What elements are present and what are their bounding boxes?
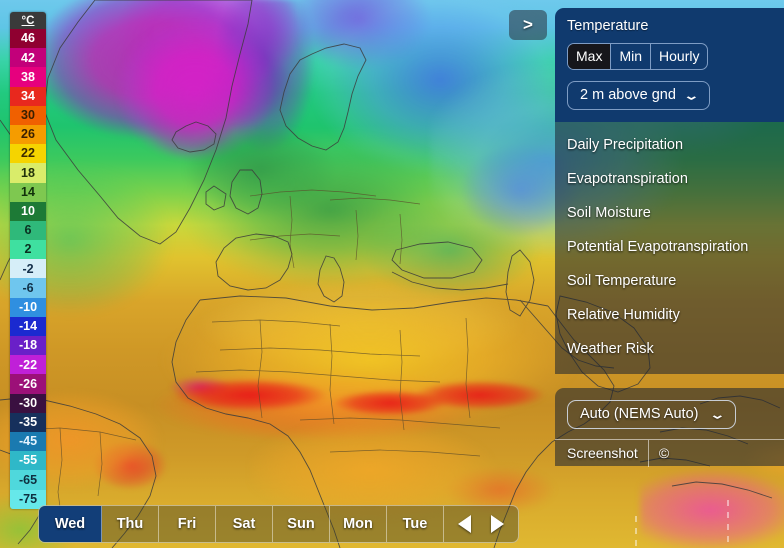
day-tab-sat[interactable]: Sat: [216, 506, 273, 542]
legend-stop: 10: [10, 201, 46, 221]
day-tab-sun[interactable]: Sun: [273, 506, 330, 542]
legend-stop: -14: [10, 316, 46, 336]
legend-stop: -55: [10, 451, 46, 471]
page-title: Temperature: [567, 18, 649, 34]
screenshot-button[interactable]: Screenshot: [567, 445, 648, 461]
legend-stop: 38: [10, 67, 46, 87]
legend-stop: -6: [10, 278, 46, 298]
legend-stop: -2: [10, 259, 46, 279]
legend-stop: 18: [10, 163, 46, 183]
legend-stop: 14: [10, 182, 46, 202]
chevron-down-icon: ⌄: [683, 88, 700, 102]
legend-stop: 26: [10, 124, 46, 145]
model-dropdown-value: Auto (NEMS Auto): [580, 406, 699, 422]
menu-item-weather-risk[interactable]: Weather Risk: [567, 332, 784, 366]
level-dropdown[interactable]: 2 m above gnd ⌄: [567, 81, 710, 110]
chevron-down-icon: ⌄: [709, 407, 727, 421]
control-panel: Temperature Max Min Hourly 2 m above gnd…: [555, 8, 784, 467]
day-selector-bar: Wed Thu Fri Sat Sun Mon Tue: [38, 505, 519, 543]
day-tab-mon[interactable]: Mon: [330, 506, 387, 542]
weather-map-app: °C 46 42 38 34 30 26 22 18 14 10 6 2 -2 -6 -10 -14 -18 -2…: [0, 0, 784, 548]
legend-stop: -26: [10, 374, 46, 394]
legend-stop: -35: [10, 412, 46, 432]
legend-stop: 30: [10, 105, 46, 125]
model-panel: Auto (NEMS Auto) ⌄ Screenshot ©: [555, 388, 784, 467]
copyright-button[interactable]: ©: [647, 439, 679, 467]
segment-hourly[interactable]: Hourly: [651, 44, 707, 69]
legend-stop: -30: [10, 393, 46, 413]
parameter-menu: Daily Precipitation Evapotranspiration S…: [555, 122, 784, 374]
legend-stop: -10: [10, 297, 46, 317]
legend-stop: 22: [10, 144, 46, 164]
legend-stop: 6: [10, 220, 46, 241]
panel-footer: Screenshot ©: [555, 439, 784, 467]
day-tab-fri[interactable]: Fri: [159, 506, 216, 542]
menu-item-potential-evapotranspiration[interactable]: Potential Evapotranspiration: [567, 230, 784, 264]
legend-stop-list: 46 42 38 34 30 26 22 18 14 10 6 2 -2 -6 -10 -14 -18 -22 -2…: [10, 29, 46, 509]
panel-header: Temperature Max Min Hourly 2 m above gnd…: [555, 8, 784, 122]
day-tab-thu[interactable]: Thu: [102, 506, 159, 542]
day-nav-arrows: [444, 506, 518, 542]
next-day-button[interactable]: [491, 515, 504, 533]
day-tab-list: Wed Thu Fri Sat Sun Mon Tue: [39, 506, 444, 542]
chevron-right-icon[interactable]: >: [509, 10, 547, 40]
legend-stop: 46: [10, 29, 46, 49]
menu-item-soil-moisture[interactable]: Soil Moisture: [567, 196, 784, 230]
legend-stop: 2: [10, 240, 46, 260]
model-dropdown[interactable]: Auto (NEMS Auto) ⌄: [567, 400, 737, 429]
level-dropdown-value: 2 m above gnd: [580, 87, 676, 103]
menu-item-soil-temperature[interactable]: Soil Temperature: [567, 264, 784, 298]
day-tab-wed[interactable]: Wed: [39, 506, 102, 542]
menu-item-relative-humidity[interactable]: Relative Humidity: [567, 298, 784, 332]
segment-min[interactable]: Min: [611, 44, 652, 69]
day-tab-tue[interactable]: Tue: [387, 506, 444, 542]
legend-stop: -65: [10, 470, 46, 490]
prev-day-button[interactable]: [458, 515, 471, 533]
segment-max[interactable]: Max: [568, 44, 612, 69]
aggregation-segmented-control: Max Min Hourly: [567, 43, 709, 70]
legend-stop: -45: [10, 431, 46, 452]
menu-item-daily-precipitation[interactable]: Daily Precipitation: [567, 128, 784, 162]
temperature-legend: °C 46 42 38 34 30 26 22 18 14 10 6 2 -2 -6 -10 -14 -18 -2…: [10, 12, 46, 509]
legend-stop: -22: [10, 355, 46, 375]
legend-stop: 34: [10, 86, 46, 106]
legend-unit-label: °C: [10, 12, 46, 29]
legend-stop: -18: [10, 336, 46, 356]
legend-stop: 42: [10, 48, 46, 68]
menu-item-evapotranspiration[interactable]: Evapotranspiration: [567, 162, 784, 196]
